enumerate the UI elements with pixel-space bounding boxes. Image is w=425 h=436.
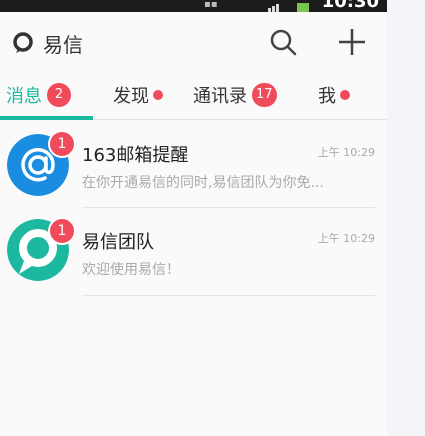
battery-icon [297,3,309,12]
tab-messages[interactable]: 消息 2 [6,70,71,120]
yixin-logo-icon [13,32,33,53]
tab-me[interactable]: 我 [318,70,350,120]
app-bar: 易信 [0,12,387,70]
row-divider [82,207,375,208]
unread-badge: 17 [252,83,277,107]
search-icon[interactable] [268,27,298,57]
conversation-title: 易信团队 [82,232,154,253]
tab-contacts[interactable]: 通讯录 17 [193,70,277,120]
conversation-preview: 欢迎使用易信！ [82,262,180,278]
tab-label: 消息 [6,86,42,107]
conversation-time: 上午 10:29 [317,146,375,159]
unread-count-badge: 1 [48,130,76,158]
signal-icon [268,4,279,12]
notification-icon: ▪▪ [204,0,218,10]
tab-label: 我 [318,86,336,107]
row-divider [82,295,375,296]
phone-screen: ▪▪ 10:30 易信 消息 2 发现 通讯录 17 我 1 163邮箱提醒 上… [0,0,387,436]
conversation-item[interactable]: 1 易信团队 上午 10:29 欢迎使用易信！ [0,209,387,297]
unread-count-badge: 1 [48,217,76,245]
tab-discover[interactable]: 发现 [113,70,163,120]
active-tab-indicator [0,116,93,120]
unread-badge: 2 [47,83,71,107]
plus-icon[interactable] [337,27,367,57]
app-title: 易信 [43,33,83,57]
conversation-title: 163邮箱提醒 [82,145,189,166]
conversation-time: 上午 10:29 [317,232,375,245]
new-dot [340,90,350,100]
tab-bar: 消息 2 发现 通讯录 17 我 [0,70,387,120]
tab-label: 通讯录 [193,86,247,107]
conversation-preview: 在你开通易信的同时,易信团队为你免... [82,175,324,191]
new-dot [153,90,163,100]
status-bar: ▪▪ 10:30 [0,0,387,12]
tab-label: 发现 [113,86,149,107]
conversation-item[interactable]: 1 163邮箱提醒 上午 10:29 在你开通易信的同时,易信团队为你免... [0,121,387,209]
status-time: 10:30 [321,0,379,12]
